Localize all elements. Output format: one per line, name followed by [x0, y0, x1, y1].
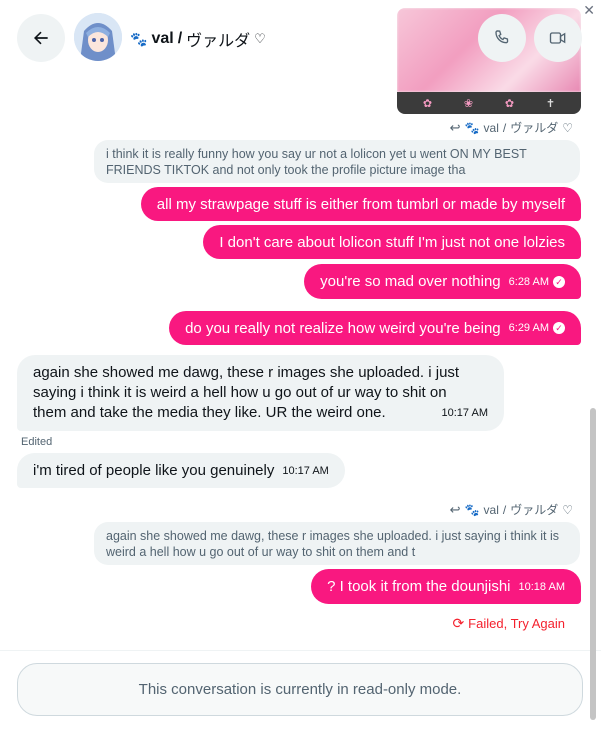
- name-separator: /: [177, 30, 183, 47]
- paw-icon: 🐾: [464, 120, 480, 135]
- close-icon[interactable]: ✕: [583, 2, 595, 19]
- message-text-line: them and take the media they like. UR th…: [33, 404, 386, 421]
- message-outgoing[interactable]: ? I took it from the dounjishi 10:18 AM: [311, 569, 581, 604]
- bow-icon: ❀: [463, 97, 474, 110]
- avatar-image: [74, 13, 122, 61]
- quoted-message[interactable]: i think it is really funny how you say u…: [94, 140, 580, 183]
- sent-check-icon: ✓: [553, 275, 565, 288]
- heart-icon: ♡: [254, 31, 266, 46]
- divider: [0, 650, 601, 651]
- message-outgoing[interactable]: all my strawpage stuff is either from tu…: [140, 187, 581, 221]
- heart-icon: ♡: [562, 120, 573, 135]
- video-icon: [549, 32, 566, 44]
- message-time: 6:29 AM: [508, 322, 549, 334]
- read-only-notice: This conversation is currently in read-o…: [17, 663, 583, 716]
- heart-icon: ♡: [562, 502, 573, 517]
- reply-arrow-icon: ↩: [449, 501, 461, 517]
- message-incoming[interactable]: i'm tired of people like you genuinely 1…: [17, 453, 345, 488]
- failed-text: Failed, Try Again: [468, 616, 565, 631]
- message-time: 10:17 AM: [441, 407, 488, 419]
- scrollbar[interactable]: [590, 408, 596, 720]
- message-incoming[interactable]: again she showed me dawg, these r images…: [17, 355, 504, 431]
- reply-separator: /: [502, 120, 507, 135]
- message-text: I don't care about lolicon stuff I'm jus…: [219, 233, 565, 251]
- reply-context: ↩ 🐾 val / ヴァルダ ♡: [450, 119, 573, 136]
- reply-separator: /: [502, 502, 507, 517]
- reply-arrow-icon: ↩: [449, 119, 461, 135]
- reply-context: ↩ 🐾 val / ヴァルダ ♡: [450, 501, 573, 518]
- back-button[interactable]: [17, 14, 65, 62]
- message-text: ? I took it from the dounjishi: [327, 578, 511, 595]
- media-bar: ✿ ❀ ✿ ✝: [397, 92, 581, 114]
- contact-name: val: [151, 30, 174, 47]
- message-outgoing[interactable]: do you really not realize how weird you'…: [169, 311, 581, 345]
- flower-icon: ✿: [422, 97, 433, 110]
- phone-icon: [495, 30, 509, 44]
- paw-icon: 🐾: [464, 502, 480, 517]
- quoted-message[interactable]: again she showed me dawg, these r images…: [94, 522, 580, 565]
- video-call-button[interactable]: [534, 14, 582, 62]
- paw-icon: 🐾: [130, 30, 148, 47]
- read-only-text: This conversation is currently in read-o…: [138, 681, 462, 698]
- retry-icon: ⟳: [452, 615, 465, 631]
- message-outgoing[interactable]: I don't care about lolicon stuff I'm jus…: [203, 225, 581, 259]
- message-text-line: again she showed me dawg, these r images…: [33, 364, 460, 381]
- arrow-left-icon: [34, 31, 48, 45]
- message-time: 6:28 AM: [508, 275, 549, 288]
- message-text: i'm tired of people like you genuinely: [33, 461, 275, 479]
- reply-jp-name: ヴァルダ: [510, 121, 559, 135]
- contact-jp-name: ヴァルダ: [186, 33, 251, 50]
- message-outgoing[interactable]: you're so mad over nothing 6:28 AM ✓: [304, 264, 581, 299]
- message-text-line: saying i think it is weird a hell how u …: [33, 384, 447, 401]
- sent-check-icon: ✓: [553, 322, 565, 334]
- message-time: 10:17 AM: [282, 464, 329, 477]
- call-button[interactable]: [478, 14, 526, 62]
- conversation-title[interactable]: 🐾 val / ヴァルダ ♡: [130, 27, 266, 51]
- message-text: you're so mad over nothing: [320, 273, 501, 290]
- flower-icon: ✿: [504, 97, 515, 110]
- reply-name: val: [483, 120, 499, 135]
- message-time: 10:18 AM: [518, 580, 565, 593]
- reply-name: val: [483, 502, 499, 517]
- edited-label: Edited: [21, 436, 53, 448]
- avatar[interactable]: [74, 13, 122, 61]
- reply-jp-name: ヴァルダ: [510, 503, 559, 517]
- message-text: do you really not realize how weird you'…: [185, 319, 501, 337]
- figure-icon: ✝: [545, 97, 556, 110]
- retry-send-button[interactable]: ⟳ Failed, Try Again: [452, 615, 565, 632]
- message-text: all my strawpage stuff is either from tu…: [156, 195, 565, 213]
